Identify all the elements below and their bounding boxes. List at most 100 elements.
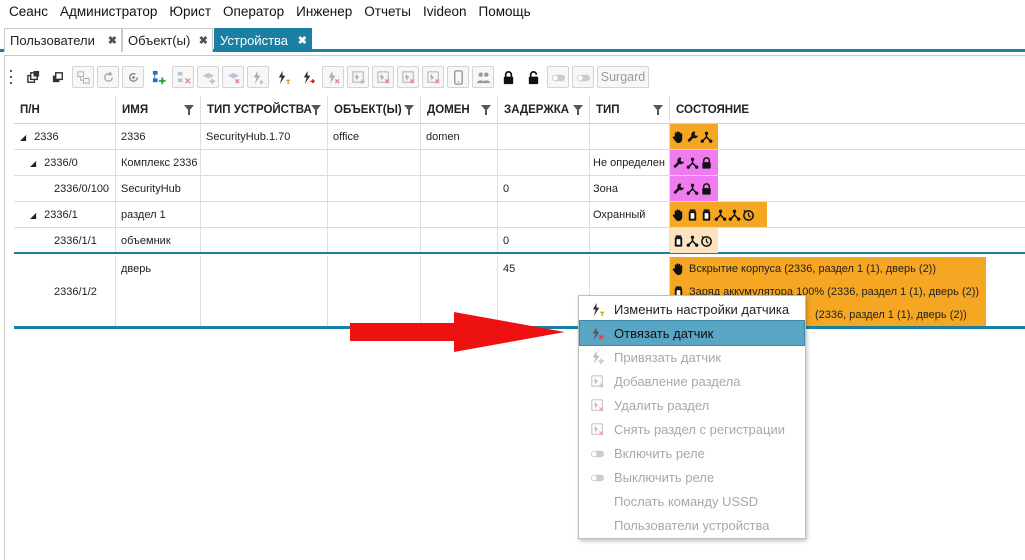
- table-row[interactable]: 2336/0/100 SecurityHub 0 Зона: [14, 176, 1025, 202]
- lock-icon[interactable]: [497, 66, 519, 88]
- cell-object: [328, 228, 421, 252]
- state-indicator: [670, 176, 718, 201]
- menu-item-send-ussd[interactable]: Послать команду USSD: [580, 489, 804, 513]
- cell-object: [328, 176, 421, 201]
- cell-pn: 2336/1/2: [14, 256, 116, 326]
- tab-users[interactable]: Пользователи ✖: [4, 28, 122, 52]
- unlock-icon[interactable]: [522, 66, 544, 88]
- menu-ivideon[interactable]: Ivideon: [417, 0, 473, 24]
- section-disarm-icon[interactable]: [422, 66, 444, 88]
- add-section-icon: [580, 374, 614, 389]
- cell-device-type: [201, 228, 328, 252]
- section-remove-icon[interactable]: [372, 66, 394, 88]
- sensor-settings-icon[interactable]: [272, 66, 294, 88]
- filter-icon[interactable]: [573, 105, 583, 115]
- add-zone-icon[interactable]: [197, 66, 219, 88]
- collapse-all-icon[interactable]: [47, 66, 69, 88]
- cell-name: 2336: [116, 124, 201, 149]
- context-menu: Изменить настройки датчика Отвязать датч…: [578, 295, 806, 539]
- menu-engineer[interactable]: Инженер: [290, 0, 358, 24]
- filter-icon[interactable]: [404, 105, 414, 115]
- remove-zone-icon[interactable]: [222, 66, 244, 88]
- menu-item-device-users[interactable]: Пользователи устройства: [580, 513, 804, 537]
- table-row[interactable]: 2336/1/1 объемник 0: [14, 228, 1025, 254]
- cell-name: Комплекс 2336: [116, 150, 201, 175]
- column-label: ТИП: [596, 103, 620, 116]
- menu-item-delete-section[interactable]: Удалить раздел: [580, 393, 804, 417]
- toolbar-grip[interactable]: [10, 68, 16, 86]
- close-icon[interactable]: ✖: [298, 34, 307, 47]
- cell-pn: ◢ 2336/0: [14, 150, 116, 175]
- cell-device-type: [201, 256, 328, 326]
- col-header-pn[interactable]: П/Н: [14, 96, 116, 124]
- col-header-objects[interactable]: ОБЪЕКТ(Ы): [328, 96, 421, 124]
- section-add-icon[interactable]: [347, 66, 369, 88]
- filter-icon[interactable]: [184, 105, 194, 115]
- cell-device-type: [201, 150, 328, 175]
- col-header-kind[interactable]: ТИП: [590, 96, 670, 124]
- cell-kind: [590, 124, 670, 149]
- menu-lawyer[interactable]: Юрист: [163, 0, 217, 24]
- menu-help[interactable]: Помощь: [473, 0, 537, 24]
- tab-objects[interactable]: Объект(ы) ✖: [122, 28, 213, 52]
- close-icon[interactable]: ✖: [199, 34, 208, 47]
- menu-item-unbind-sensor[interactable]: Отвязать датчик: [579, 320, 805, 346]
- menu-item-label: Пользователи устройства: [614, 517, 770, 533]
- menu-item-label: Добавление раздела: [614, 373, 741, 389]
- refresh-selected-icon[interactable]: [122, 66, 144, 88]
- cell-device-type: [201, 176, 328, 201]
- hand-icon: [672, 208, 683, 221]
- toggle-icon: [580, 470, 614, 485]
- table-row[interactable]: ◢ 2336/0 Комплекс 2336 Не определен: [14, 150, 1025, 176]
- menu-operator[interactable]: Оператор: [217, 0, 290, 24]
- col-header-domain[interactable]: ДОМЕН: [421, 96, 498, 124]
- sensor-forward-icon[interactable]: [297, 66, 319, 88]
- col-header-delay[interactable]: ЗАДЕРЖКА: [498, 96, 590, 124]
- tab-devices[interactable]: Устройства ✖: [214, 28, 312, 52]
- delete-device-icon[interactable]: [172, 66, 194, 88]
- collapse-icon[interactable]: ◢: [30, 211, 36, 220]
- menu-reports[interactable]: Отчеты: [358, 0, 417, 24]
- col-header-device-type[interactable]: ТИП УСТРОЙСТВА: [201, 96, 328, 124]
- menu-item-label: Привязать датчик: [614, 349, 722, 365]
- relay-on-icon[interactable]: [547, 66, 569, 88]
- cell-delay: [498, 202, 590, 227]
- table-row[interactable]: ◢ 2336/1 раздел 1 Охранный: [14, 202, 1025, 228]
- menu-session[interactable]: Сеанс: [3, 0, 54, 24]
- unregister-section-icon: [580, 422, 614, 437]
- menu-item-bind-sensor[interactable]: Привязать датчик: [580, 345, 804, 369]
- column-label: П/Н: [20, 103, 40, 116]
- col-header-name[interactable]: ИМЯ: [116, 96, 201, 124]
- device-tree-icon[interactable]: [72, 66, 94, 88]
- menu-item-relay-off[interactable]: Выключить реле: [580, 465, 804, 489]
- sensor-icon[interactable]: [247, 66, 269, 88]
- add-device-icon[interactable]: [147, 66, 169, 88]
- expand-all-icon[interactable]: [22, 66, 44, 88]
- collapse-icon[interactable]: ◢: [30, 159, 36, 168]
- menu-administrator[interactable]: Администратор: [54, 0, 163, 24]
- filter-icon[interactable]: [481, 105, 491, 115]
- menu-item-edit-sensor[interactable]: Изменить настройки датчика: [580, 297, 804, 321]
- surgard-button[interactable]: Surgard: [597, 66, 649, 88]
- col-header-state[interactable]: СОСТОЯНИЕ: [670, 96, 1025, 124]
- network-icon: [686, 183, 699, 195]
- sensor-unbind-icon[interactable]: [322, 66, 344, 88]
- table-row[interactable]: ◢ 2336 2336 SecurityHub.1.70 office domen: [14, 124, 1025, 150]
- users-icon[interactable]: [472, 66, 494, 88]
- cell-object: [328, 202, 421, 227]
- section-arm-icon[interactable]: [397, 66, 419, 88]
- filter-icon[interactable]: [653, 105, 663, 115]
- relay-off-icon[interactable]: [572, 66, 594, 88]
- filter-icon[interactable]: [311, 105, 321, 115]
- refresh-icon[interactable]: [97, 66, 119, 88]
- timer-icon: [743, 209, 754, 221]
- menu-item-unregister-section[interactable]: Снять раздел с регистрации: [580, 417, 804, 441]
- delete-section-icon: [580, 398, 614, 413]
- phone-icon[interactable]: [447, 66, 469, 88]
- menu-item-label: Удалить раздел: [614, 397, 710, 413]
- menu-item-relay-on[interactable]: Включить реле: [580, 441, 804, 465]
- devices-grid: П/Н ИМЯ ТИП УСТРОЙСТВА ОБЪЕКТ(Ы) ДОМЕН З…: [14, 96, 1025, 332]
- menu-item-add-section[interactable]: Добавление раздела: [580, 369, 804, 393]
- collapse-icon[interactable]: ◢: [20, 133, 26, 142]
- close-icon[interactable]: ✖: [108, 34, 117, 47]
